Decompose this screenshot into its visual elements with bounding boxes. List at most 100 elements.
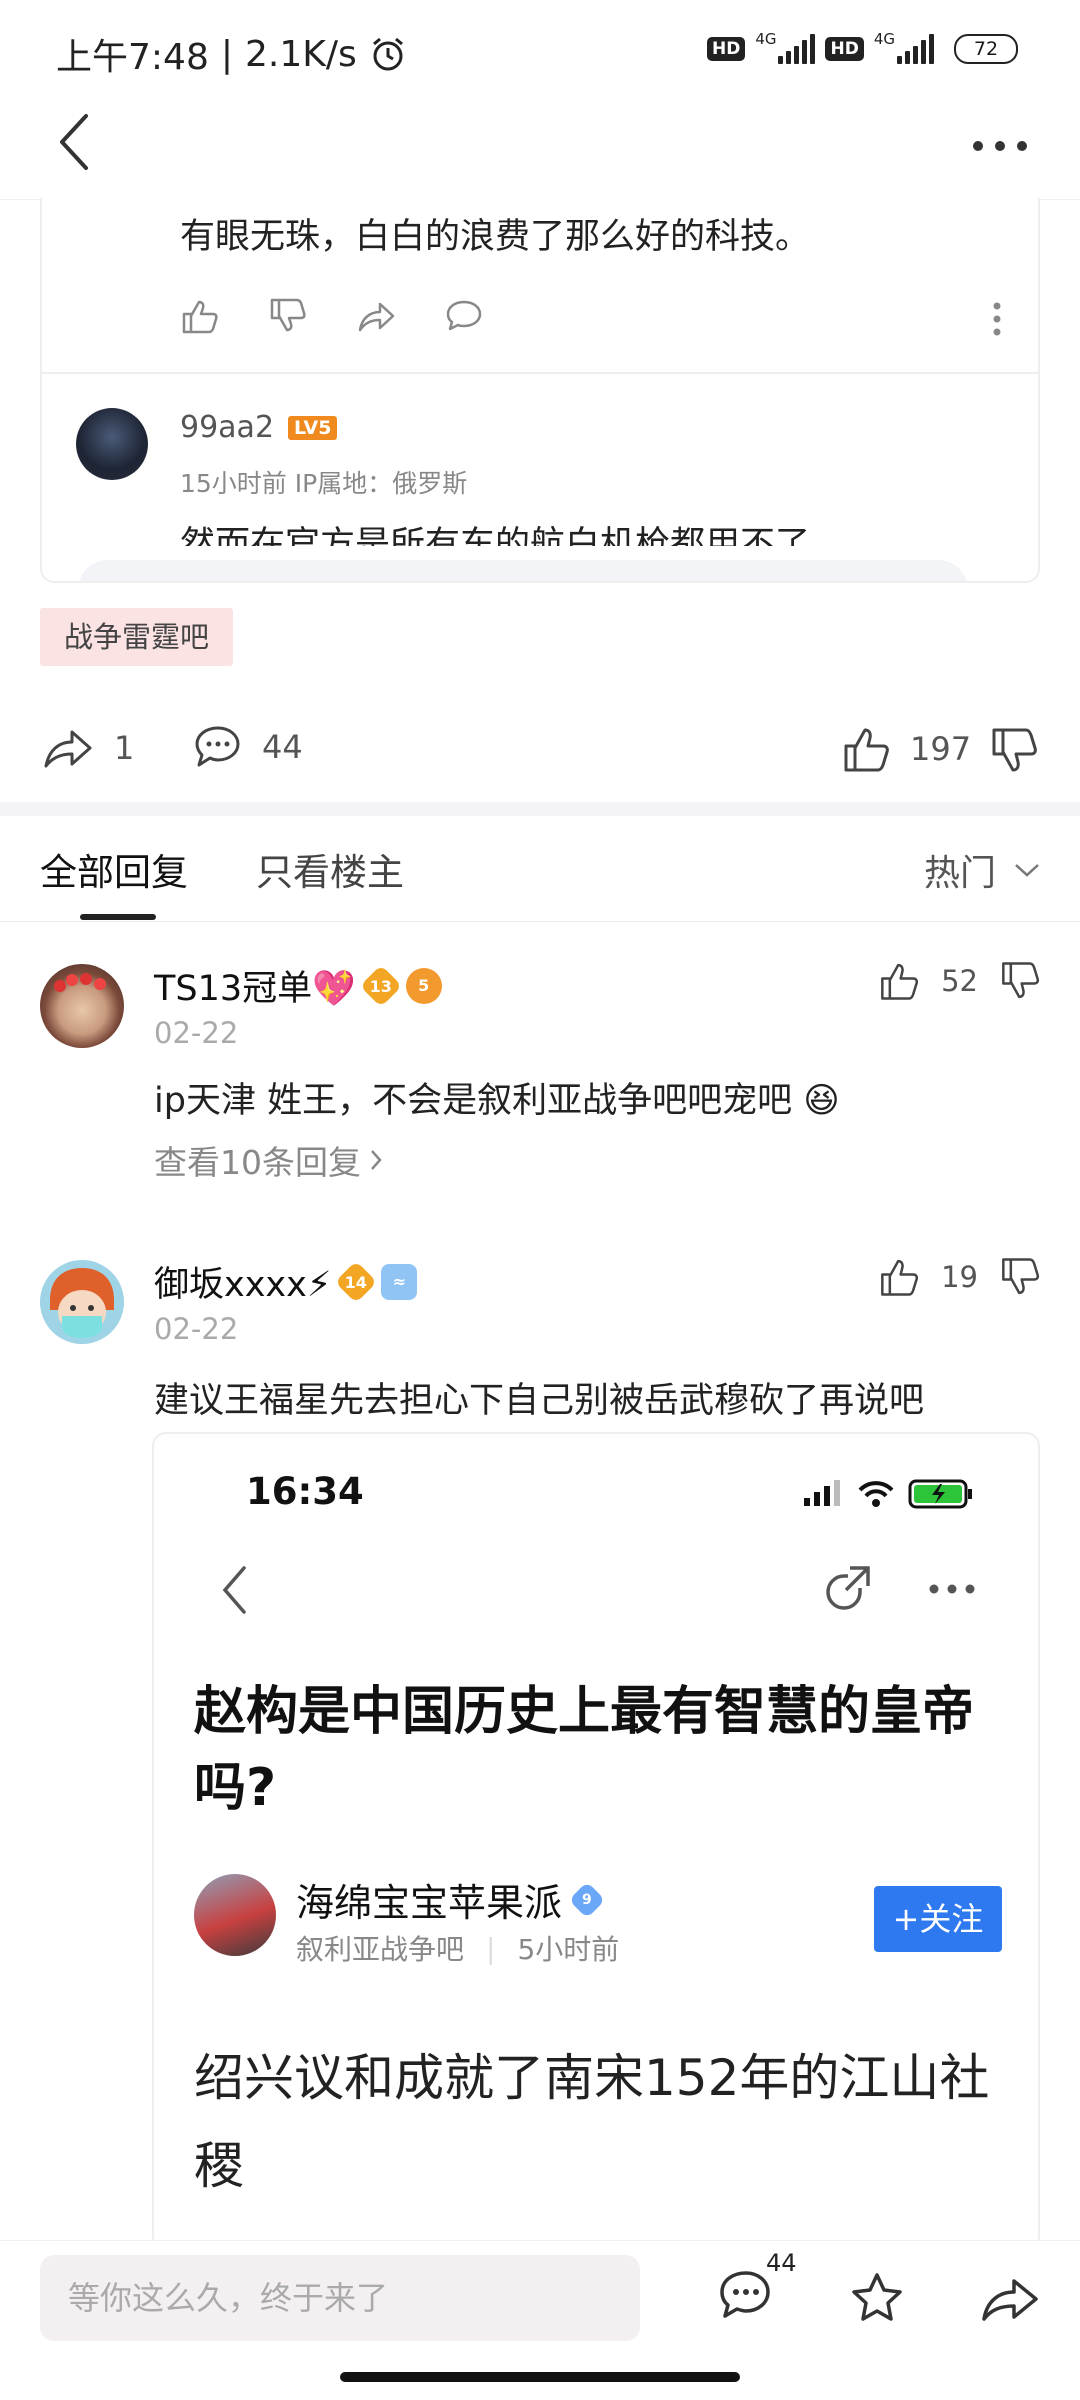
embedded-meta: 叙利亚战争吧 | 5小时前: [296, 1928, 619, 1968]
avatar[interactable]: [40, 1260, 124, 1344]
thumb-up-icon: [844, 728, 889, 772]
username-text: TS13冠单💖: [154, 969, 356, 1009]
forum-text: 叙利亚战争吧: [296, 1933, 465, 1966]
chevron-down-icon: [1015, 864, 1039, 877]
aquarius-badge: ≈: [381, 1263, 418, 1300]
reply-username[interactable]: 99aa2 LV5: [180, 410, 338, 445]
tab-all-replies[interactable]: 全部回复: [40, 842, 188, 896]
comment-item[interactable]: 御坂xxxx⚡ 14 ≈ 02-22 19 建议王福星先去担心下自己别被岳武穆砍…: [0, 1256, 1080, 1426]
chevron-right-icon: [371, 1150, 382, 1170]
share-icon: [44, 730, 92, 768]
username[interactable]: 御坂xxxx⚡ 14 ≈: [154, 1256, 418, 1307]
active-tab-indicator: [80, 914, 156, 920]
aquarius-symbol: ≈: [392, 1272, 407, 1291]
comment-icon[interactable]: [444, 296, 484, 336]
member-number: 5: [418, 976, 430, 995]
like-count: 197: [910, 730, 972, 768]
share-icon[interactable]: [356, 296, 396, 336]
like-count: 52: [941, 964, 978, 998]
comment-votes: 19: [879, 1256, 1040, 1298]
network-speed: 2.1K/s: [244, 33, 357, 75]
share-count: 1: [114, 729, 135, 767]
section-separator: [0, 802, 1080, 816]
level-number: 13: [369, 975, 392, 995]
comment-count-badge: 44: [766, 2249, 797, 2277]
comment-text: 建议王福星先去担心下自己别被岳武穆砍了再说吧: [154, 1381, 925, 1421]
share-icon[interactable]: [980, 2273, 1040, 2325]
divider: |: [220, 33, 233, 75]
reply-tabs: 全部回复 只看楼主 热门: [0, 818, 1080, 922]
username-text: 御坂xxxx⚡: [154, 1265, 332, 1305]
tab-owner-only[interactable]: 只看楼主: [256, 842, 404, 896]
author-text: 海绵宝宝苹果派: [296, 1881, 563, 1925]
divider: [42, 372, 1038, 374]
thumb-up-icon[interactable]: [879, 960, 919, 1002]
post-action-bar: 1 44 197: [0, 710, 1080, 790]
level-badge: LV5: [288, 415, 338, 440]
like-action[interactable]: 197: [842, 724, 971, 774]
quoted-actions: [180, 296, 484, 336]
star-icon[interactable]: [848, 2271, 906, 2327]
reply-meta: 15小时前 IP属地：俄罗斯: [180, 469, 468, 498]
forum-tag[interactable]: 战争雷霆吧: [40, 608, 234, 666]
clock-text: 上午7:48: [56, 37, 209, 78]
alarm-icon: [372, 37, 403, 71]
hd-icon: HD: [706, 37, 746, 61]
comment-item[interactable]: TS13冠单💖 13 5 02-22 52 ip天津 姓王，不会是叙利亚战争吧吧…: [0, 960, 1080, 1190]
comment-input[interactable]: 等你这么久，终于来了: [40, 2255, 640, 2341]
thumb-down-icon[interactable]: [1000, 1256, 1040, 1298]
level-number: 14: [345, 1271, 368, 1291]
quoted-post-card[interactable]: 有眼无珠，白白的浪费了那么好的科技。 99aa2 LV5 15小时前 IP属地：…: [40, 198, 1040, 583]
thumb-down-icon[interactable]: [268, 296, 308, 336]
view-replies-text: 查看10条回复: [154, 1143, 361, 1182]
level-number: 9: [582, 1891, 592, 1908]
avatar[interactable]: [76, 408, 148, 480]
view-replies-link[interactable]: 查看10条回复: [154, 1136, 383, 1184]
divider: |: [486, 1931, 496, 1965]
signal-icon: [778, 34, 816, 64]
thumb-down-icon[interactable]: [990, 726, 1038, 776]
share-action[interactable]: 1: [42, 724, 134, 772]
username[interactable]: TS13冠单💖 13 5: [154, 960, 442, 1011]
comment-votes: 52: [879, 960, 1040, 1002]
hd-icon: HD: [825, 37, 864, 61]
thumb-up-icon[interactable]: [180, 296, 220, 336]
home-indicator[interactable]: [340, 2372, 740, 2382]
level-badge: 14: [335, 1260, 378, 1303]
more-options-icon[interactable]: [972, 136, 1028, 156]
signal-icon: [897, 34, 934, 64]
comment-icon: [195, 726, 240, 767]
sort-label: 热门: [923, 853, 996, 894]
reply-input-bar[interactable]: [78, 560, 968, 581]
network-type: 4G: [755, 30, 777, 48]
avatar: [194, 1874, 276, 1956]
follow-button: +关注: [874, 1886, 1002, 1952]
share-out-icon: [826, 1566, 870, 1610]
username-text: 99aa2: [180, 410, 275, 445]
status-right: HD 4G HD 4G 72: [706, 30, 1018, 68]
embedded-status-icons: [804, 1479, 972, 1509]
comment-date: 02-22: [154, 1016, 239, 1050]
kebab-menu-icon[interactable]: [992, 302, 1002, 336]
comment-image[interactable]: 16:34 赵构是中国历史上最有智慧的皇帝吗? 海绵宝宝苹果派 9 叙利亚战争吧…: [152, 1432, 1040, 2252]
more-options-icon: [929, 1584, 975, 1594]
comment-action[interactable]: 44: [194, 724, 303, 770]
network-type: 4G: [873, 30, 895, 48]
like-count: 19: [941, 1260, 978, 1294]
level-badge: 13: [359, 964, 402, 1007]
battery-icon: 72: [954, 34, 1018, 64]
comment-text: ip天津 姓王，不会是叙利亚战争吧吧宠吧 😆: [154, 1081, 840, 1121]
avatar[interactable]: [40, 964, 124, 1048]
embedded-status-time: 16:34: [246, 1470, 364, 1513]
back-icon[interactable]: [56, 112, 96, 172]
status-time: 上午7:48 | 2.1K/s: [56, 28, 407, 80]
comment-count: 44: [262, 728, 303, 766]
thumb-up-icon[interactable]: [879, 1256, 919, 1298]
quoted-text: 有眼无珠，白白的浪费了那么好的科技。: [180, 217, 811, 257]
reply-text-cut: 然而在官方是所有东的航白机枪都用不了: [180, 525, 811, 546]
thumb-down-icon[interactable]: [1000, 960, 1040, 1002]
sort-dropdown[interactable]: 热门: [924, 844, 1040, 896]
comments-button[interactable]: 44: [718, 2249, 797, 2323]
member-badge: 5: [405, 967, 442, 1004]
time-ago-text: 5小时前: [517, 1933, 620, 1966]
